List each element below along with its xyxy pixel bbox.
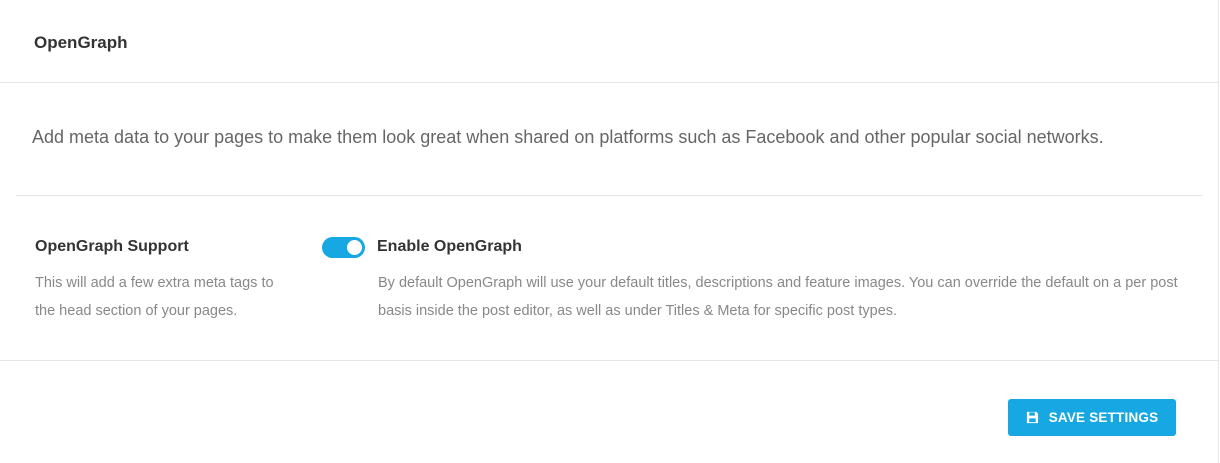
settings-panel: OpenGraph Add meta data to your pages to… xyxy=(0,0,1219,463)
floppy-disk-icon xyxy=(1026,411,1038,424)
toggle-description: By default OpenGraph will use your defau… xyxy=(378,275,1178,319)
intro-text: Add meta data to your pages to make them… xyxy=(32,127,1104,147)
intro-section: Add meta data to your pages to make them… xyxy=(16,83,1202,196)
panel-header: OpenGraph xyxy=(0,0,1218,83)
panel-footer: SAVE SETTINGS xyxy=(0,361,1218,461)
page-title: OpenGraph xyxy=(34,33,128,52)
enable-opengraph-toggle[interactable] xyxy=(322,236,365,258)
toggle-knob xyxy=(347,239,362,255)
setting-label-description: This will add a few extra meta tags to t… xyxy=(35,275,274,319)
save-settings-button[interactable]: SAVE SETTINGS xyxy=(1008,399,1176,436)
setting-label-column: OpenGraph Support This will add a few ex… xyxy=(35,236,295,325)
setting-label: OpenGraph Support xyxy=(35,238,189,255)
toggle-label: Enable OpenGraph xyxy=(377,238,522,255)
save-button-label: SAVE SETTINGS xyxy=(1048,410,1159,425)
setting-control-column: Enable OpenGraph By default OpenGraph wi… xyxy=(322,236,1202,325)
opengraph-support-row: OpenGraph Support This will add a few ex… xyxy=(0,196,1218,361)
toggle-line: Enable OpenGraph xyxy=(322,236,1202,258)
